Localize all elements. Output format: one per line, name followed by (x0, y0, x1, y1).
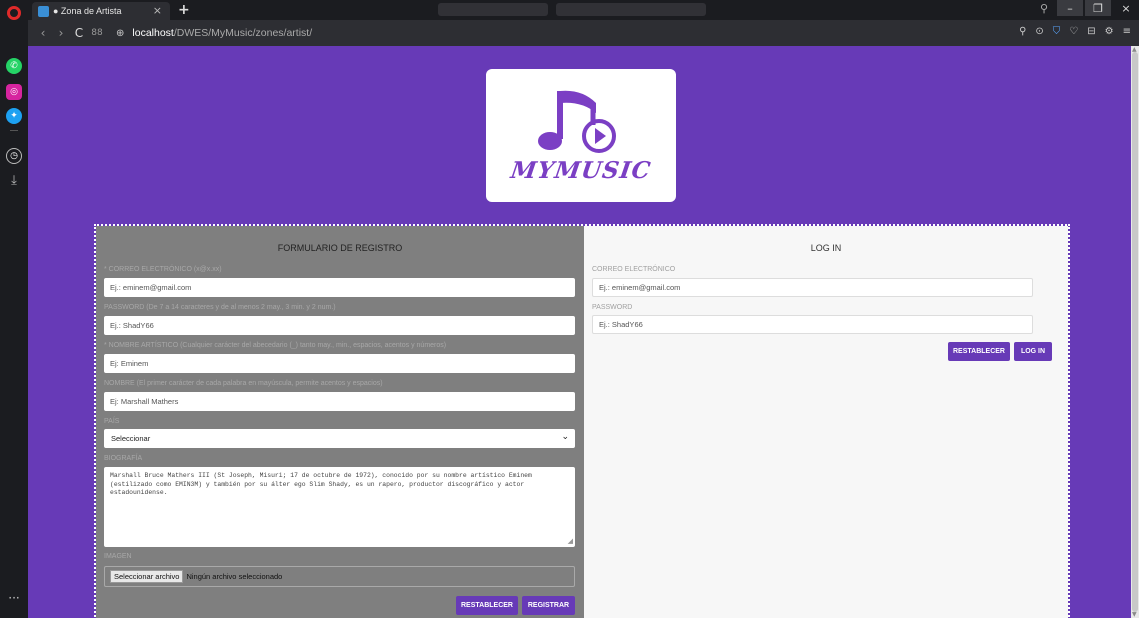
heart-icon[interactable]: ♡ (1069, 26, 1078, 37)
adblock-shield-icon[interactable]: ⛉ (1053, 26, 1061, 37)
forms-container: FORMULARIO DE REGISTRO * CORREO ELECTRÓN… (94, 224, 1070, 618)
bio-textarea[interactable]: Marshall Bruce Mathers III (St Joseph, M… (104, 467, 575, 547)
login-submit-button[interactable]: LOG IN (1014, 342, 1052, 361)
name-label: NOMBRE (El primer carácter de cada palab… (104, 380, 383, 387)
chevron-down-icon: ⌄ (561, 432, 569, 442)
file-status: Ningún archivo seleccionado (186, 572, 283, 581)
image-file-input[interactable]: Seleccionar archivo Ningún archivo selec… (104, 566, 575, 587)
twitter-icon[interactable]: ✦ (6, 108, 22, 124)
window-controls: ⚲ – ❐ × (1031, 0, 1139, 16)
name-input[interactable]: Ej: Marshall Mathers (104, 392, 575, 411)
bio-label: BIOGRAFÍA (104, 455, 143, 462)
login-password-label: PASSWORD (592, 304, 633, 311)
tab-blurred[interactable] (438, 3, 548, 16)
login-email-input[interactable]: Ej.: eminem@gmail.com (592, 278, 1033, 297)
whatsapp-icon[interactable]: ✆ (6, 58, 22, 74)
more-icon[interactable]: ··· (6, 590, 22, 606)
settings-icon[interactable]: ⚙ (1105, 26, 1114, 37)
login-email-label: CORREO ELECTRÓNICO (592, 266, 676, 273)
url-field[interactable]: localhost/DWES/MyMusic/zones/artist/ (132, 27, 312, 39)
scroll-down-icon[interactable]: ▼ (1132, 611, 1137, 618)
search-icon[interactable]: ⚲ (1019, 26, 1026, 37)
resize-grip-icon[interactable]: ◢ (568, 537, 573, 546)
wallet-icon[interactable]: ⊟ (1087, 26, 1095, 37)
favicon-icon (38, 5, 49, 17)
register-email-input[interactable]: Ej.: eminem@gmail.com (104, 278, 575, 297)
tab-title: ● Zona de Artista (53, 6, 122, 16)
choose-file-button[interactable]: Seleccionar archivo (110, 570, 184, 583)
address-bar: ‹ › C 88 ⊕ localhost/DWES/MyMusic/zones/… (28, 20, 1139, 46)
login-password-input[interactable]: Ej.: ShadY66 (592, 315, 1033, 334)
browser-sidebar: ✆ ◎ ✦ ◷ ⤓ ··· (0, 0, 28, 618)
sidebar-divider (10, 130, 18, 131)
register-submit-button[interactable]: REGISTRAR (522, 596, 575, 615)
tab-close-icon[interactable]: × (153, 4, 162, 17)
page-content: MYMUSIC FORMULARIO DE REGISTRO * CORREO … (28, 46, 1131, 618)
new-tab-button[interactable]: + (178, 2, 190, 18)
register-reset-button[interactable]: RESTABLECER (456, 596, 518, 615)
bio-text: Marshall Bruce Mathers III (St Joseph, M… (110, 472, 532, 497)
country-select[interactable]: Seleccionar ⌄ (104, 429, 575, 448)
artist-name-label: * NOMBRE ARTÍSTICO (Cualquier carácter d… (104, 342, 447, 349)
forward-button[interactable]: › (52, 26, 70, 40)
register-password-input[interactable]: Ej.: ShadY66 (104, 316, 575, 335)
email-label: * CORREO ELECTRÓNICO (x@x.xx) (104, 266, 222, 273)
reload-button[interactable]: C (70, 26, 88, 40)
scrollbar-thumb[interactable] (1132, 52, 1138, 612)
image-label: IMAGEN (104, 553, 132, 560)
tab-search-icon[interactable]: ⚲ (1031, 0, 1057, 16)
maximize-button[interactable]: ❐ (1085, 0, 1111, 16)
minimize-button[interactable]: – (1057, 0, 1083, 16)
speed-dial-icon[interactable]: 88 (88, 28, 106, 38)
downloads-icon[interactable]: ⤓ (6, 172, 22, 188)
tab-bar: ● Zona de Artista × + ⚲ – ❐ × (28, 0, 1139, 20)
menu-icon[interactable]: ≡ (1123, 26, 1131, 37)
instagram-icon[interactable]: ◎ (6, 84, 22, 100)
url-path: /DWES/MyMusic/zones/artist/ (173, 27, 313, 39)
tab-blurred[interactable] (556, 3, 706, 16)
close-window-button[interactable]: × (1113, 0, 1139, 16)
tab-zona-de-artista[interactable]: ● Zona de Artista × (32, 2, 170, 20)
logo-text: MYMUSIC (509, 157, 653, 184)
snapshot-icon[interactable]: ⊙ (1035, 26, 1043, 37)
login-reset-button[interactable]: RESTABLECER (948, 342, 1010, 361)
country-label: PAÍS (104, 418, 120, 425)
password-label: PASSWORD (De 7 a 14 caracteres y de al m… (104, 304, 336, 311)
login-title: LOG IN (810, 243, 842, 253)
opera-icon[interactable] (7, 6, 21, 20)
country-select-value: Seleccionar (111, 434, 151, 443)
url-host: localhost (132, 27, 174, 39)
register-form: FORMULARIO DE REGISTRO * CORREO ELECTRÓN… (96, 226, 584, 618)
history-icon[interactable]: ◷ (6, 148, 22, 164)
login-form: LOG IN CORREO ELECTRÓNICO Ej.: eminem@gm… (584, 226, 1068, 618)
back-button[interactable]: ‹ (34, 26, 52, 40)
site-info-icon[interactable]: ⊕ (116, 28, 124, 39)
register-title: FORMULARIO DE REGISTRO (277, 243, 403, 253)
address-toolbar: ⚲ ⊙ ⛉ ♡ ⊟ ⚙ ≡ (1019, 26, 1131, 37)
artist-name-input[interactable]: Ej: Eminem (104, 354, 575, 373)
page-scrollbar[interactable]: ▲ ▼ (1131, 46, 1139, 618)
mymusic-logo: MYMUSIC (486, 69, 676, 202)
